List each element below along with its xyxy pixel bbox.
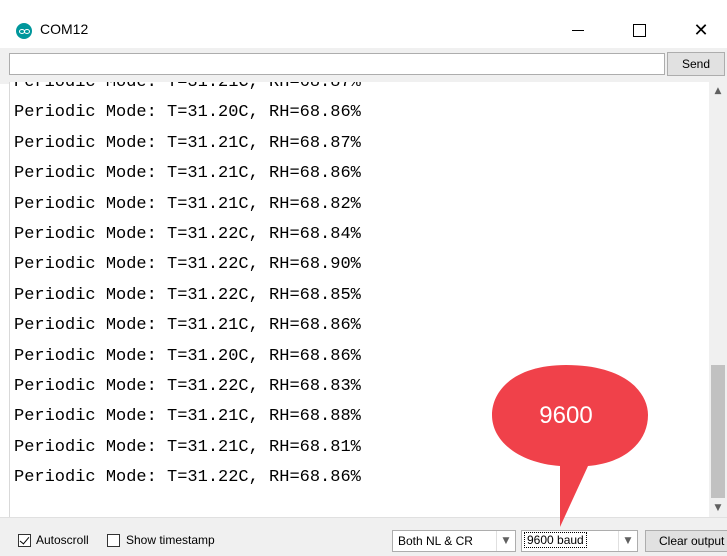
output-line: Periodic Mode: T=31.21C, RH=68.87%	[14, 82, 361, 92]
output-line: Periodic Mode: T=31.21C, RH=68.86%	[14, 316, 361, 336]
output-line: Periodic Mode: T=31.21C, RH=68.86%	[14, 164, 361, 184]
autoscroll-label: Autoscroll	[36, 533, 89, 547]
output-line: Periodic Mode: T=31.21C, RH=68.82%	[14, 194, 361, 214]
chevron-down-icon: ▼	[496, 531, 515, 551]
output-line: Periodic Mode: T=31.21C, RH=68.81%	[14, 437, 361, 457]
show-timestamp-checkbox[interactable]	[107, 534, 120, 547]
callout-text: 9600	[539, 402, 593, 429]
serial-output[interactable]: Periodic Mode: T=31.21C, RH=68.87% Period…	[9, 82, 710, 517]
window-title: COM12	[40, 21, 89, 37]
output-line: Periodic Mode: T=31.20C, RH=68.86%	[14, 103, 361, 123]
output-line: Periodic Mode: T=31.22C, RH=68.83%	[14, 377, 361, 396]
arduino-icon	[16, 23, 32, 39]
maximize-icon	[632, 23, 646, 37]
status-bar: Autoscroll Show timestamp Both NL & CR ▼…	[0, 517, 727, 556]
clear-output-button[interactable]: Clear output	[645, 530, 727, 552]
output-line: Periodic Mode: T=31.20C, RH=68.86%	[14, 346, 361, 366]
vertical-scrollbar[interactable]: ▲ ▼	[709, 82, 727, 517]
serial-input[interactable]	[9, 53, 665, 75]
line-ending-value: Both NL & CR	[398, 534, 473, 548]
line-ending-select[interactable]: Both NL & CR ▼	[392, 530, 516, 552]
output-line: Periodic Mode: T=31.22C, RH=68.84%	[14, 225, 361, 244]
chevron-down-icon: ▼	[618, 531, 637, 551]
close-button[interactable]: ✕	[678, 14, 724, 46]
output-line: Periodic Mode: T=31.22C, RH=68.90%	[14, 255, 361, 275]
title-bar: COM12 ✕	[0, 0, 727, 48]
output-line: Periodic Mode: T=31.21C, RH=68.88%	[14, 407, 361, 427]
autoscroll-checkbox[interactable]	[18, 534, 31, 547]
minimize-button[interactable]	[555, 14, 601, 46]
baud-rate-value: 9600 baud	[524, 532, 587, 548]
minimize-icon	[572, 29, 584, 31]
maximize-button[interactable]	[616, 14, 662, 46]
scroll-up-icon[interactable]: ▲	[709, 82, 727, 100]
scroll-thumb[interactable]	[711, 365, 725, 498]
show-timestamp-label: Show timestamp	[126, 533, 215, 547]
baud-rate-select[interactable]: 9600 baud ▼	[521, 530, 638, 552]
output-line: Periodic Mode: T=31.21C, RH=68.87%	[14, 133, 361, 153]
scroll-down-icon[interactable]: ▼	[709, 499, 727, 517]
close-icon: ✕	[693, 19, 709, 41]
send-row: Send	[0, 48, 727, 84]
send-button[interactable]: Send	[667, 52, 725, 76]
output-line: Periodic Mode: T=31.22C, RH=68.86%	[14, 468, 361, 488]
output-line: Periodic Mode: T=31.22C, RH=68.85%	[14, 285, 361, 305]
